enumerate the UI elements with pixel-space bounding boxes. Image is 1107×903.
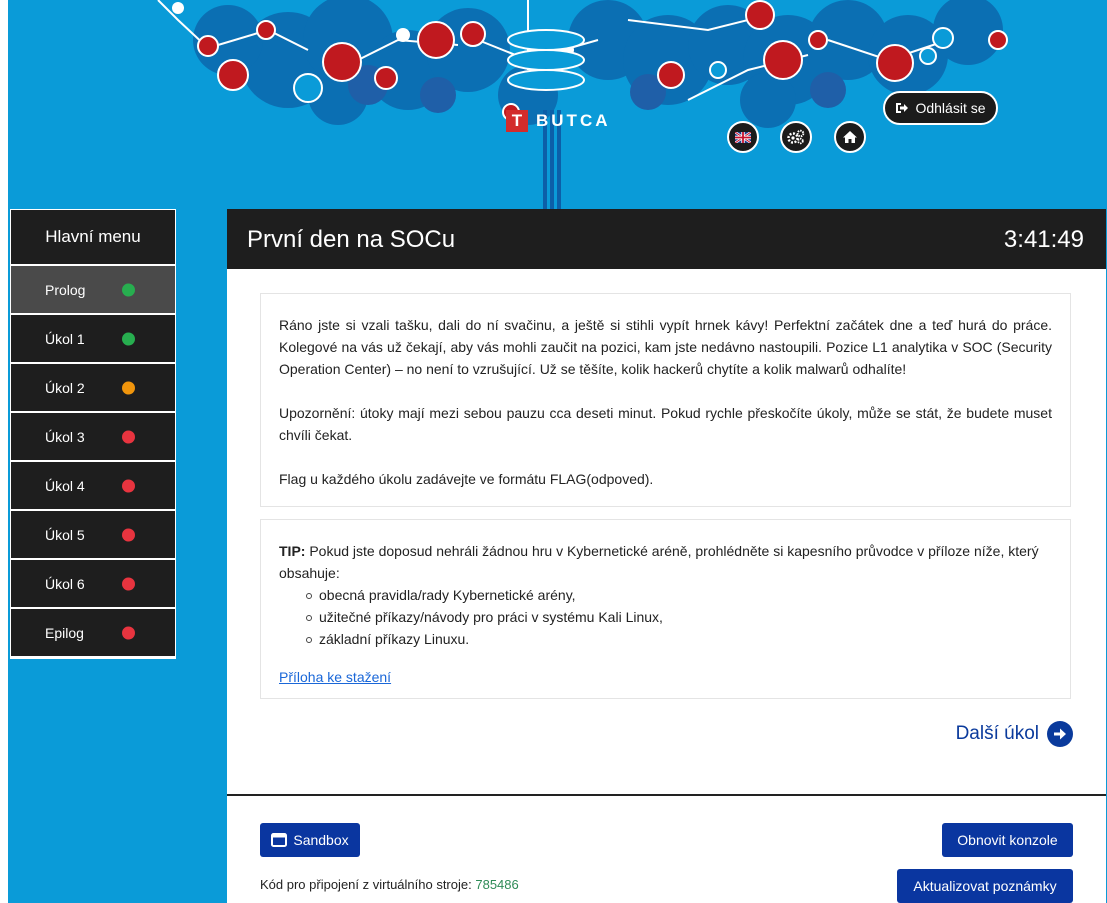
intro-card: Ráno jste si vzali tašku, dali do ní sva… bbox=[260, 293, 1071, 507]
settings-button[interactable] bbox=[780, 121, 812, 153]
window-icon bbox=[271, 833, 288, 847]
sidebar-item-epilog[interactable]: Epilog bbox=[11, 609, 175, 658]
countdown-timer: 3:41:49 bbox=[1003, 226, 1084, 253]
sidebar-item-label: Úkol 5 bbox=[45, 526, 85, 543]
sidebar-item-prolog[interactable]: Prolog bbox=[11, 266, 175, 315]
sidebar-item-label: Prolog bbox=[45, 281, 86, 298]
tip-paragraph: TIP: Pokud jste doposud nehráli žádnou h… bbox=[279, 540, 1052, 584]
logout-label: Odhlásit se bbox=[915, 100, 986, 116]
tip-list: obecná pravidla/rady Kybernetické arény,… bbox=[279, 584, 1052, 650]
update-notes-button[interactable]: Aktualizovat poznámky bbox=[897, 869, 1073, 903]
task-panel: První den na SOCu 3:41:49 Ráno jste si v… bbox=[227, 209, 1106, 903]
sidebar-item-ukol-3[interactable]: Úkol 3 bbox=[11, 413, 175, 462]
refresh-console-button[interactable]: Obnovit konzole bbox=[942, 823, 1073, 857]
status-dot bbox=[122, 283, 135, 296]
list-item: obecná pravidla/rady Kybernetické arény, bbox=[306, 584, 1052, 606]
language-button[interactable] bbox=[727, 121, 759, 153]
sidebar-item-label: Úkol 2 bbox=[45, 379, 85, 396]
logo-text: BUTCA bbox=[536, 111, 611, 130]
sidebar-item-label: Úkol 1 bbox=[45, 330, 85, 347]
sidebar-item-ukol-1[interactable]: Úkol 1 bbox=[11, 315, 175, 364]
sidebar-item-ukol-2[interactable]: Úkol 2 bbox=[11, 364, 175, 413]
tip-text: Pokud jste doposud nehráli žádnou hru v … bbox=[279, 543, 1039, 581]
main-menu-title: Hlavní menu bbox=[11, 210, 175, 266]
attachment-download-link[interactable]: Příloha ke stažení bbox=[279, 666, 391, 688]
sidebar-item-label: Úkol 6 bbox=[45, 575, 85, 592]
vm-connection-code: Kód pro připojení z virtuálního stroje: … bbox=[260, 877, 519, 892]
status-dot bbox=[122, 479, 135, 492]
status-dot bbox=[122, 430, 135, 443]
sidebar-item-ukol-5[interactable]: Úkol 5 bbox=[11, 511, 175, 560]
sidebar-item-label: Epilog bbox=[45, 624, 84, 641]
next-task-button[interactable]: Další úkol bbox=[956, 721, 1073, 747]
sidebar-item-label: Úkol 3 bbox=[45, 428, 85, 445]
sandbox-button[interactable]: Sandbox bbox=[260, 823, 360, 857]
sandbox-label: Sandbox bbox=[293, 832, 349, 848]
page-left-edge bbox=[0, 0, 8, 903]
tip-card: TIP: Pokud jste doposud nehráli žádnou h… bbox=[260, 519, 1071, 699]
list-item: základní příkazy Linuxu. bbox=[306, 628, 1052, 650]
home-button[interactable] bbox=[834, 121, 866, 153]
status-dot bbox=[122, 528, 135, 541]
footer-divider bbox=[227, 794, 1106, 796]
arrow-right-circle-icon bbox=[1047, 721, 1073, 747]
sidebar-item-ukol-4[interactable]: Úkol 4 bbox=[11, 462, 175, 511]
status-dot bbox=[122, 332, 135, 345]
status-dot bbox=[122, 381, 135, 394]
vm-code-label: Kód pro připojení z virtuálního stroje: bbox=[260, 877, 472, 892]
butca-logo: T BUTCA bbox=[506, 110, 611, 132]
uk-flag-icon bbox=[735, 131, 751, 143]
sign-out-icon bbox=[896, 103, 909, 113]
logo-badge: T bbox=[506, 110, 528, 132]
intro-paragraph: Ráno jste si vzali tašku, dali do ní sva… bbox=[279, 317, 1052, 377]
gears-icon bbox=[787, 129, 805, 145]
status-dot bbox=[122, 577, 135, 590]
vm-code-value: 785486 bbox=[475, 877, 519, 892]
task-header: První den na SOCu 3:41:49 bbox=[227, 209, 1106, 269]
home-icon bbox=[843, 131, 857, 143]
flag-format-paragraph: Flag u každého úkolu zadávejte ve formát… bbox=[279, 471, 654, 487]
list-item: užitečné příkazy/návody pro práci v syst… bbox=[306, 606, 1052, 628]
tip-label: TIP: bbox=[279, 543, 306, 559]
status-dot bbox=[122, 626, 135, 639]
next-task-label: Další úkol bbox=[955, 723, 1039, 744]
sidebar-item-label: Úkol 4 bbox=[45, 477, 85, 494]
main-menu: Hlavní menu Prolog Úkol 1 Úkol 2 Úkol 3 … bbox=[10, 209, 176, 659]
page-title: První den na SOCu bbox=[247, 226, 456, 253]
warning-paragraph: Upozornění: útoky mají mezi sebou pauzu … bbox=[279, 405, 1052, 443]
sidebar-item-ukol-6[interactable]: Úkol 6 bbox=[11, 560, 175, 609]
logout-button[interactable]: Odhlásit se bbox=[883, 91, 998, 125]
